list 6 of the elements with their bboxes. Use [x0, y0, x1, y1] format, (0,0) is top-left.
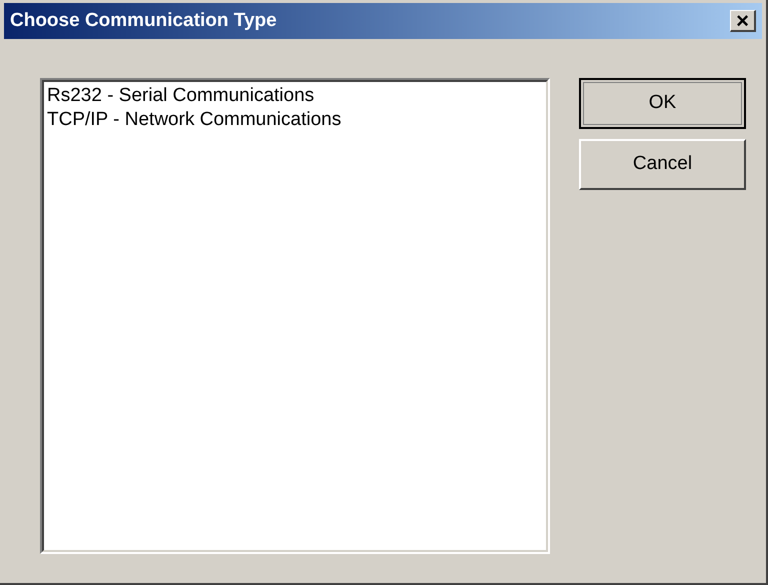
dialog-button[interactable]: OK	[579, 78, 746, 129]
dialog-button[interactable]: Cancel	[579, 139, 746, 190]
window-title: Choose Communication Type	[10, 8, 277, 33]
list-item[interactable]: Rs232 - Serial Communications	[47, 84, 543, 108]
close-button[interactable]: ×	[730, 10, 756, 32]
list-item[interactable]: TCP/IP - Network Communications	[47, 108, 543, 132]
